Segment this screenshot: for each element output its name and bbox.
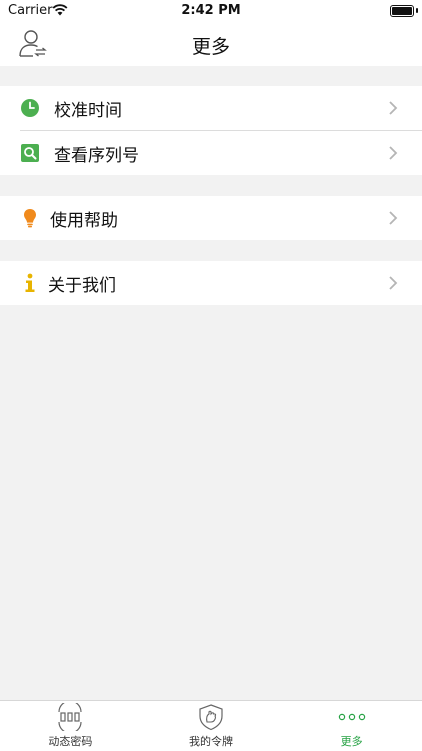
tab-my-token-label: 我的令牌	[189, 735, 233, 748]
battery-icon	[390, 5, 414, 17]
chevron-right-icon	[386, 145, 400, 161]
tab-dynamic-password[interactable]: 动态密码	[0, 701, 141, 751]
about-us-label: 关于我们	[48, 275, 116, 296]
tab-more[interactable]: 更多	[281, 701, 422, 751]
settings-section-help: 使用帮助	[0, 196, 422, 240]
calibrate-time-label: 校准时间	[54, 100, 122, 121]
chevron-right-icon	[386, 275, 400, 291]
nav-bar: 更多	[0, 22, 422, 66]
page-title: 更多	[191, 36, 230, 58]
view-serial-row[interactable]: 查看序列号	[0, 131, 422, 175]
help-label: 使用帮助	[50, 210, 118, 231]
view-serial-label: 查看序列号	[54, 145, 139, 166]
chevron-right-icon	[386, 100, 400, 116]
shield-token-icon	[196, 703, 226, 731]
tab-more-label: 更多	[340, 735, 363, 748]
status-time: 2:42 PM	[181, 3, 241, 18]
settings-section-about: 关于我们	[0, 261, 422, 305]
calibrate-time-row[interactable]: 校准时间	[0, 86, 422, 130]
search-icon	[20, 143, 40, 163]
tab-bar: 动态密码 我的令牌 更多	[0, 700, 422, 751]
lightbulb-icon	[20, 208, 40, 228]
settings-section-time: 校准时间 查看序列号	[0, 86, 422, 175]
about-us-row[interactable]: 关于我们	[0, 261, 422, 305]
dynamic-password-icon	[55, 703, 85, 731]
chevron-right-icon	[386, 210, 400, 226]
clock-icon	[20, 98, 40, 118]
more-dots-icon	[337, 703, 367, 731]
status-bar: Carrier 2:42 PM	[0, 0, 422, 22]
tab-dynamic-password-label: 动态密码	[48, 735, 93, 748]
tab-my-token[interactable]: 我的令牌	[141, 701, 282, 751]
info-icon	[20, 273, 40, 293]
help-row[interactable]: 使用帮助	[0, 196, 422, 240]
